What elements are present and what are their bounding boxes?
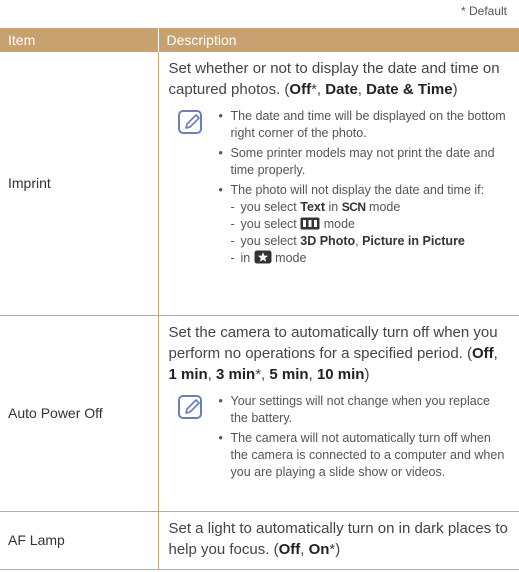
default-note: * Default xyxy=(460,4,507,18)
list-subitem: you select mode xyxy=(217,216,510,233)
list-item: Some printer models may not print the da… xyxy=(217,145,510,179)
table-row: Imprint Set whether or not to display th… xyxy=(0,52,519,316)
list-item: Your settings will not change when you r… xyxy=(217,393,510,427)
imprint-note-list: The date and time will be displayed on t… xyxy=(217,108,510,267)
row-label-auto-power-off: Auto Power Off xyxy=(0,315,158,512)
table-header: Item Description xyxy=(0,28,519,52)
panorama-mode-icon xyxy=(300,217,320,230)
auto-power-note-list: Your settings will not change when you r… xyxy=(217,393,510,484)
list-subitem: you select Text in SCN mode xyxy=(217,199,510,216)
list-subitem: you select 3D Photo, Picture in Picture xyxy=(217,233,510,250)
row-label-af-lamp: AF Lamp xyxy=(0,511,158,570)
magic-star-mode-icon xyxy=(254,250,272,264)
row-description-auto-power-off: Set the camera to automatically turn off… xyxy=(157,315,519,512)
list-subitem-cont: in mode xyxy=(217,250,510,267)
list-item: The photo will not display the date and … xyxy=(217,182,510,199)
list-item: The date and time will be displayed on t… xyxy=(217,108,510,142)
imprint-note: The date and time will be displayed on t… xyxy=(169,108,510,267)
scn-mode-label: SCN xyxy=(341,200,366,214)
table-row: Auto Power Off Set the camera to automat… xyxy=(0,315,519,512)
header-description: Description xyxy=(157,28,519,52)
auto-power-note: Your settings will not change when you r… xyxy=(169,393,510,484)
row-label-imprint: Imprint xyxy=(0,52,158,316)
row-description-imprint: Set whether or not to display the date a… xyxy=(157,52,519,316)
table-row: AF Lamp Set a light to automatically tur… xyxy=(0,511,519,570)
auto-power-lead: Set the camera to automatically turn off… xyxy=(168,323,498,383)
header-item: Item xyxy=(0,28,158,52)
settings-table: Item Description Imprint Set whether or … xyxy=(0,28,519,570)
note-pencil-icon xyxy=(177,110,202,134)
af-lamp-lead: Set a light to automatically turn on in … xyxy=(168,519,508,558)
imprint-lead: Set whether or not to display the date a… xyxy=(168,60,500,98)
row-description-af-lamp: Set a light to automatically turn on in … xyxy=(157,511,519,570)
note-pencil-icon xyxy=(177,394,202,419)
list-item: The camera will not automatically turn o… xyxy=(217,430,510,481)
